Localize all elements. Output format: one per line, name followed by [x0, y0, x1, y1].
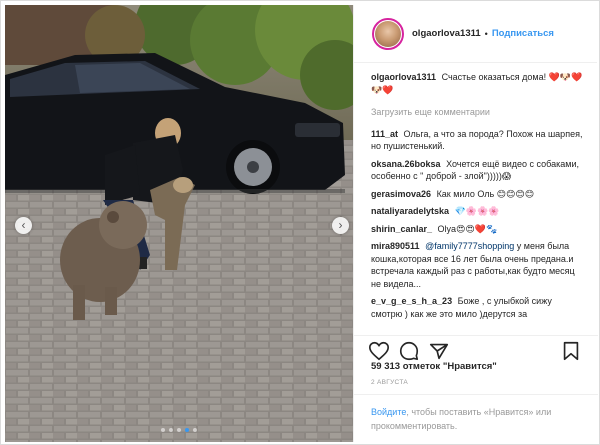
post-header: olgaorlova1311 • Подписаться [354, 5, 597, 63]
carousel-dot [161, 428, 165, 432]
comment-username[interactable]: mira890511 [371, 241, 420, 251]
comment-username[interactable]: gerasimova26 [371, 189, 431, 199]
comment-username[interactable]: shirin_canlar_ [371, 224, 432, 234]
avatar[interactable] [372, 17, 404, 50]
comment-item: gerasimova26 Как мило Оль 😊😊😊😊 [371, 188, 584, 201]
share-icon[interactable] [428, 340, 450, 362]
login-link[interactable]: Войдите [371, 407, 406, 417]
comment-item: e_v_g_e_s_h_a_23 Боже , с улыбкой сижу с… [371, 295, 584, 320]
carousel-dot [193, 428, 197, 432]
post-sidebar: olgaorlova1311 • Подписаться olgaorlova1… [353, 5, 598, 442]
comment-item: oksana.26boksa Хочется ещё видео с собак… [371, 158, 584, 183]
caption-username[interactable]: olgaorlova1311 [371, 72, 436, 82]
post-media[interactable]: ‹ › [5, 5, 353, 442]
post-modal: ‹ › olgaorlova1311 • Подписаться olgaorl… [0, 0, 600, 445]
carousel-indicator [5, 428, 353, 432]
comment-text: Как мило Оль 😊😊😊😊 [436, 188, 535, 199]
comment-item: mira890511 @family7777shopping у меня бы… [371, 240, 584, 290]
post-date[interactable]: 2 АВГУСТА [371, 379, 408, 386]
comment-mention-link[interactable]: @family7777shopping [425, 241, 514, 251]
chevron-left-icon[interactable]: ‹ [15, 217, 32, 234]
carousel-dot [169, 428, 173, 432]
carousel-dot-active [185, 428, 189, 432]
comment-icon[interactable] [398, 340, 420, 362]
caption: olgaorlova1311 Счастье оказаться дома! ❤… [371, 71, 584, 96]
comment-text: Ольга, а что за порода? Похож на шарпея,… [371, 128, 583, 152]
comment-username[interactable]: 111_at [371, 129, 398, 139]
comment-username[interactable]: nataliyaradelytska [371, 206, 449, 216]
login-prompt: Войдите, чтобы поставить «Нравится» или … [354, 394, 598, 433]
comment-text: 💎🌸🌸🌸 [454, 206, 500, 216]
follow-button[interactable]: Подписаться [492, 28, 554, 39]
comment-username[interactable]: e_v_g_e_s_h_a_23 [371, 296, 452, 306]
header-separator: • [484, 28, 488, 39]
comment-item: 111_at Ольга, а что за порода? Похож на … [371, 128, 584, 153]
comment-text: Olya😍😍❤️🐾 [437, 223, 498, 234]
header-username[interactable]: olgaorlova1311 [412, 28, 481, 39]
heart-icon[interactable] [368, 340, 390, 362]
likes-count[interactable]: 59 313 отметок "Нравится" [371, 361, 497, 372]
comment-item: shirin_canlar_ Olya😍😍❤️🐾 [371, 223, 584, 236]
post-photo [5, 5, 353, 442]
carousel-dot [177, 428, 181, 432]
comment-username[interactable]: oksana.26boksa [371, 159, 441, 169]
comment-item: nataliyaradelytska 💎🌸🌸🌸 [371, 205, 584, 218]
bookmark-icon[interactable] [560, 340, 582, 362]
comment-list[interactable]: olgaorlova1311 Счастье оказаться дома! ❤… [371, 71, 584, 335]
load-more-comments-button[interactable]: Загрузить еще комментарии [371, 106, 584, 119]
chevron-right-icon[interactable]: › [332, 217, 349, 234]
